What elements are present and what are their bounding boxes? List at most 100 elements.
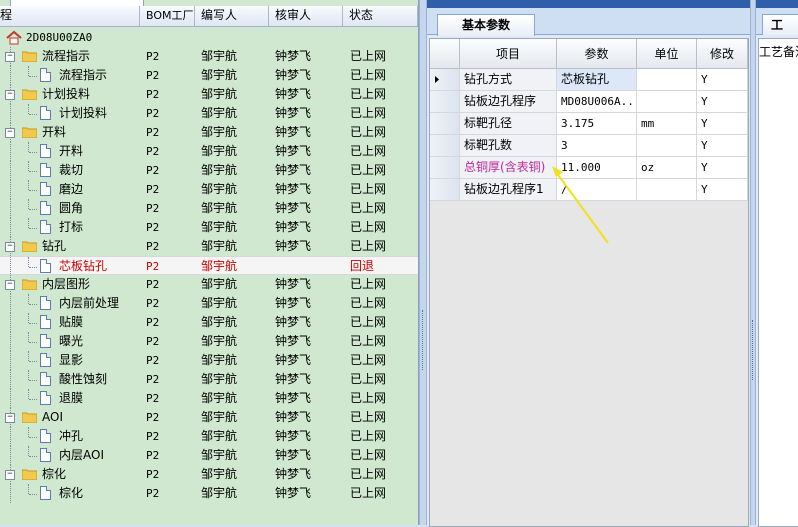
row-indicator[interactable] [430, 69, 460, 91]
reviewer-cell: 钟梦飞 [275, 315, 312, 329]
param-item-cell: 钻孔方式 [460, 69, 557, 91]
document-icon [40, 106, 51, 120]
tree-col-status[interactable]: 状态 [343, 6, 418, 26]
tree-guide-line [29, 380, 37, 381]
tree-node-label: 棕化 [42, 467, 67, 481]
tree-step-row[interactable]: 圆角 P2 邹宇航 钟梦飞 已上网 [0, 199, 418, 218]
tree-node-label: 流程指示 [59, 68, 108, 82]
tree-step-row[interactable]: 计划投料 P2 邹宇航 钟梦飞 已上网 [0, 104, 418, 123]
reviewer-cell: 钟梦飞 [275, 163, 312, 177]
tree-folder-row[interactable]: − 棕化 P2 邹宇航 钟梦飞 已上网 [0, 465, 418, 484]
tree-step-row[interactable]: 显影 P2 邹宇航 钟梦飞 已上网 [0, 351, 418, 370]
collapse-toggle-icon[interactable]: − [5, 470, 15, 480]
tree-header: 程 BOM工厂 编写人 核审人 状态 [0, 6, 418, 27]
bom-factory-cell: P2 [146, 449, 160, 462]
left-splitter[interactable] [419, 0, 427, 525]
param-row[interactable]: 钻板边孔程序1/ Y [430, 179, 748, 201]
reviewer-cell: 钟梦飞 [275, 182, 312, 196]
tree-step-row[interactable]: 磨边 P2 邹宇航 钟梦飞 已上网 [0, 180, 418, 199]
tree-col-bom[interactable]: BOM工厂 [140, 6, 195, 26]
tree-guide-line [29, 342, 37, 343]
collapse-toggle-icon[interactable]: − [5, 90, 15, 100]
status-cell: 已上网 [350, 277, 387, 291]
param-value-cell[interactable]: 芯板钻孔 [557, 69, 637, 91]
tree-node-label: 贴膜 [59, 315, 84, 329]
param-value-cell[interactable]: 11.000 [557, 157, 637, 179]
tree-folder-row[interactable]: − AOI P2 邹宇航 钟梦飞 已上网 [0, 408, 418, 427]
tree-step-row[interactable]: 芯板钻孔 P2 邹宇航 回退 [0, 256, 418, 276]
tree-step-row[interactable]: 冲孔 P2 邹宇航 钟梦飞 已上网 [0, 427, 418, 446]
tree-folder-row[interactable]: − 流程指示 P2 邹宇航 钟梦飞 已上网 [0, 47, 418, 66]
reviewer-cell: 钟梦飞 [275, 87, 312, 101]
bom-factory-cell: P2 [146, 430, 160, 443]
reviewer-cell: 钟梦飞 [275, 220, 312, 234]
tree-guide-line [10, 257, 11, 276]
collapse-toggle-icon[interactable]: − [5, 413, 15, 423]
tree-guide-line [28, 446, 29, 456]
folder-icon [22, 241, 37, 252]
grid-col-modify[interactable]: 修改 [697, 39, 748, 69]
tree-step-row[interactable]: 贴膜 P2 邹宇航 钟梦飞 已上网 [0, 313, 418, 332]
bom-factory-cell: P2 [146, 260, 160, 273]
tree-node-label: 内层前处理 [59, 296, 120, 310]
collapse-toggle-icon[interactable]: − [5, 242, 15, 252]
top-tab-strip [427, 0, 750, 8]
right-splitter-grip [752, 320, 755, 380]
grid-col-value[interactable]: 参数 [557, 39, 637, 69]
param-modify-cell: Y [697, 157, 748, 179]
param-value-cell[interactable]: MD08U006A... [557, 91, 637, 113]
right-splitter[interactable] [750, 0, 756, 525]
tree-folder-row[interactable]: − 计划投料 P2 邹宇航 钟梦飞 已上网 [0, 85, 418, 104]
process-tree-panel: 程 BOM工厂 编写人 核审人 状态 2D08U00ZA0 − 流程指示 P2 邹宇航… [0, 0, 419, 525]
tree-step-row[interactable]: 内层AOI P2 邹宇航 钟梦飞 已上网 [0, 446, 418, 465]
collapse-toggle-icon[interactable]: − [5, 52, 15, 62]
param-value-cell[interactable]: 3.175 [557, 113, 637, 135]
row-indicator[interactable] [430, 91, 460, 113]
row-indicator[interactable] [430, 135, 460, 157]
bom-factory-cell: P2 [146, 411, 160, 424]
tree-guide-line [10, 484, 11, 503]
grid-col-item[interactable]: 项目 [460, 39, 557, 69]
row-indicator[interactable] [430, 179, 460, 201]
tree-step-row[interactable]: 流程指示 P2 邹宇航 钟梦飞 已上网 [0, 66, 418, 85]
bom-factory-cell: P2 [146, 107, 160, 120]
tree-folder-row[interactable]: − 钻孔 P2 邹宇航 钟梦飞 已上网 [0, 237, 418, 256]
tree-step-row[interactable]: 裁切 P2 邹宇航 钟梦飞 已上网 [0, 161, 418, 180]
writer-cell: 邹宇航 [201, 87, 238, 101]
tree-root-row[interactable]: 2D08U00ZA0 [0, 28, 418, 47]
bom-factory-cell: P2 [146, 202, 160, 215]
tree-folder-row[interactable]: − 开料 P2 邹宇航 钟梦飞 已上网 [0, 123, 418, 142]
tree-col-writer[interactable]: 编写人 [195, 6, 269, 26]
tree-col-reviewer[interactable]: 核审人 [269, 6, 343, 26]
tree-step-row[interactable]: 退膜 P2 邹宇航 钟梦飞 已上网 [0, 389, 418, 408]
tree-step-row[interactable]: 酸性蚀刻 P2 邹宇航 钟梦飞 已上网 [0, 370, 418, 389]
grid-col-unit[interactable]: 单位 [637, 39, 697, 69]
home-icon [6, 30, 22, 45]
param-row[interactable]: 钻孔方式 芯板钻孔 Y [430, 69, 748, 91]
param-row[interactable]: 钻板边孔程序 MD08U006A... Y [430, 91, 748, 113]
writer-cell: 邹宇航 [201, 49, 238, 63]
tab-basic-params[interactable]: 基本参数 [437, 14, 536, 36]
tree-guide-line [29, 209, 37, 210]
tab-process[interactable]: 工 [762, 14, 798, 35]
tree-step-row[interactable]: 开料 P2 邹宇航 钟梦飞 已上网 [0, 142, 418, 161]
param-value-cell[interactable]: / [557, 179, 637, 201]
reviewer-cell: 钟梦飞 [275, 429, 312, 443]
tree-guide-line [10, 199, 11, 218]
collapse-toggle-icon[interactable]: − [5, 128, 15, 138]
row-indicator[interactable] [430, 157, 460, 179]
row-indicator[interactable] [430, 113, 460, 135]
param-row[interactable]: 总铜厚(含表铜) 11.000 oz Y [430, 157, 748, 179]
tree-step-row[interactable]: 打标 P2 邹宇航 钟梦飞 已上网 [0, 218, 418, 237]
param-row[interactable]: 标靶孔数 3 Y [430, 135, 748, 157]
collapse-toggle-icon[interactable]: − [5, 280, 15, 290]
tree-col-name[interactable]: 程 [0, 6, 140, 26]
tree-folder-row[interactable]: − 内层图形 P2 邹宇航 钟梦飞 已上网 [0, 275, 418, 294]
param-value-cell[interactable]: 3 [557, 135, 637, 157]
tree-guide-line [10, 218, 11, 237]
tree-step-row[interactable]: 棕化 P2 邹宇航 钟梦飞 已上网 [0, 484, 418, 503]
document-icon [40, 144, 51, 158]
param-row[interactable]: 标靶孔径 3.175 mm Y [430, 113, 748, 135]
tree-step-row[interactable]: 曝光 P2 邹宇航 钟梦飞 已上网 [0, 332, 418, 351]
tree-step-row[interactable]: 内层前处理 P2 邹宇航 钟梦飞 已上网 [0, 294, 418, 313]
